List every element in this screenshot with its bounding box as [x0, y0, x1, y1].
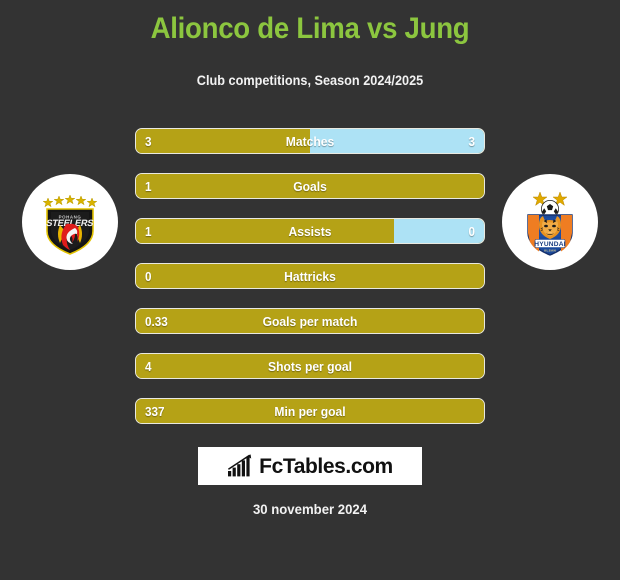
- stat-row: 1 Assists 0: [135, 218, 485, 244]
- page-title: Alionco de Lima vs Jung: [150, 12, 470, 45]
- home-value: 3: [145, 133, 152, 149]
- home-value: 0.33: [145, 313, 168, 329]
- brand-logo[interactable]: FcTables.com: [198, 447, 422, 485]
- brand-name: FcTables.com: [259, 454, 393, 478]
- stat-row: 4 Shots per goal: [135, 353, 485, 379]
- stat-label: Assists: [288, 223, 332, 239]
- home-value: 0: [145, 268, 152, 284]
- svg-text:HYUNDAI: HYUNDAI: [534, 241, 565, 248]
- stat-label: Goals per match: [262, 313, 358, 329]
- stat-label: Shots per goal: [268, 358, 352, 374]
- bar-chart-growth-icon: [228, 454, 252, 477]
- comparison-page: Alionco de Lima vs Jung Club competition…: [0, 0, 620, 580]
- stats-list: 3 Matches 3 1 Goals 1 Assists 0 0 Hattri…: [135, 128, 485, 424]
- stat-row: 337 Min per goal: [135, 398, 485, 424]
- home-value: 1: [145, 223, 152, 239]
- home-value: 4: [145, 358, 152, 374]
- home-value: 337: [145, 403, 165, 419]
- away-value: 0: [468, 223, 475, 239]
- ulsan-hyundai-crest-icon: HYUNDAI ULSAN: [527, 191, 573, 256]
- stat-label: Hattricks: [284, 268, 336, 284]
- stat-label: Matches: [285, 133, 335, 149]
- stat-row: 1 Goals: [135, 173, 485, 199]
- stat-label: Goals: [293, 178, 327, 194]
- away-value: 3: [468, 133, 475, 149]
- stat-row: 0.33 Goals per match: [135, 308, 485, 334]
- page-subtitle: Club competitions, Season 2024/2025: [196, 73, 424, 88]
- stat-row: 3 Matches 3: [135, 128, 485, 154]
- stat-row: 0 Hattricks: [135, 263, 485, 289]
- date-label: 30 november 2024: [252, 501, 368, 517]
- home-team-logo: POHANG STEELERS: [22, 174, 118, 270]
- svg-text:ULSAN: ULSAN: [544, 249, 557, 253]
- stat-label: Min per goal: [274, 403, 346, 419]
- away-team-logo: HYUNDAI ULSAN: [502, 174, 598, 270]
- home-value: 1: [145, 178, 152, 194]
- pohang-steelers-crest-icon: POHANG STEELERS: [42, 194, 98, 255]
